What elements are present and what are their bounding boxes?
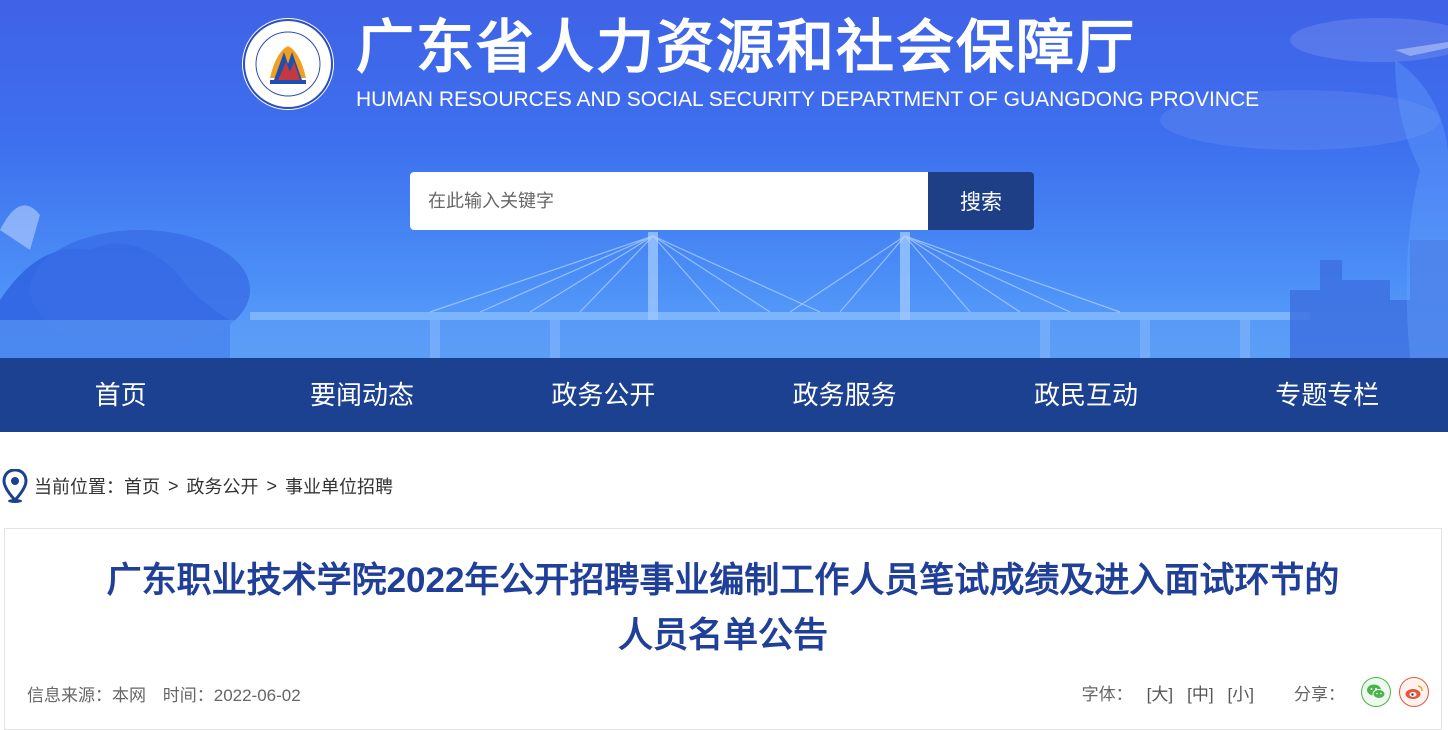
breadcrumb-separator: > bbox=[168, 475, 179, 496]
nav-item-news[interactable]: 要闻动态 bbox=[241, 358, 482, 432]
department-logo bbox=[240, 16, 336, 112]
article-title-line-2: 人员名单公告 bbox=[617, 616, 828, 655]
weibo-icon[interactable] bbox=[1399, 677, 1429, 707]
font-size-label: 字体： bbox=[1081, 684, 1133, 704]
wechat-icon[interactable] bbox=[1361, 677, 1391, 707]
breadcrumb-separator: > bbox=[266, 475, 278, 496]
breadcrumb-item-recruitment[interactable]: 事业单位招聘 bbox=[285, 473, 393, 499]
article-title: 广东职业技术学院2022年公开招聘事业编制工作人员笔试成绩及进入面试环节的 人员… bbox=[25, 553, 1421, 663]
breadcrumb-prefix: 当前位置： bbox=[34, 477, 124, 497]
article-card: 广东职业技术学院2022年公开招聘事业编制工作人员笔试成绩及进入面试环节的 人员… bbox=[4, 528, 1442, 730]
nav-item-government-affairs[interactable]: 政务公开 bbox=[483, 358, 724, 432]
nav-item-government-services[interactable]: 政务服务 bbox=[724, 358, 965, 432]
breadcrumb-item-government-affairs[interactable]: 政务公开 bbox=[187, 473, 259, 499]
article-tools: 字体： [大] [中] [小] 分享： bbox=[1082, 677, 1429, 707]
search-box: 搜索 bbox=[410, 172, 1034, 230]
font-size-large-button[interactable]: [大] bbox=[1147, 680, 1173, 705]
nav-item-special-topics[interactable]: 专题专栏 bbox=[1207, 358, 1448, 432]
font-size-medium-button[interactable]: [中] bbox=[1187, 680, 1213, 705]
font-size-small-button[interactable]: [小] bbox=[1228, 680, 1254, 705]
article-source: 信息来源：本网 bbox=[27, 686, 146, 705]
site-title-english: HUMAN RESOURCES AND SOCIAL SECURITY DEPA… bbox=[356, 88, 1260, 111]
nav-item-interaction[interactable]: 政民互动 bbox=[965, 358, 1206, 432]
main-nav: 首页 要闻动态 政务公开 政务服务 政民互动 专题专栏 bbox=[0, 358, 1448, 432]
search-input[interactable] bbox=[410, 172, 928, 230]
header-banner: 广东省人力资源和社会保障厅 HUMAN RESOURCES AND SOCIAL… bbox=[0, 0, 1448, 358]
wechat-glyph bbox=[1367, 684, 1386, 699]
search-button[interactable]: 搜索 bbox=[928, 172, 1034, 230]
breadcrumb: 当前位置： 首页 > 政务公开 > 事业单位招聘 bbox=[0, 466, 700, 506]
weibo-glyph bbox=[1405, 685, 1423, 699]
article-meta: 信息来源：本网 时间：2022-06-02 bbox=[27, 681, 313, 706]
share-label: 分享： bbox=[1294, 684, 1345, 704]
nav-item-home[interactable]: 首页 bbox=[0, 358, 241, 432]
breadcrumb-item-home[interactable]: 首页 bbox=[124, 473, 160, 499]
site-title-chinese: 广东省人力资源和社会保障厅 bbox=[356, 15, 1137, 80]
location-pin-icon bbox=[2, 469, 28, 503]
article-title-line-1: 广东职业技术学院2022年公开招聘事业编制工作人员笔试成绩及进入面试环节的 bbox=[106, 561, 1340, 600]
article-time: 时间：2022-06-02 bbox=[162, 686, 301, 705]
logo-emblem bbox=[242, 18, 334, 110]
